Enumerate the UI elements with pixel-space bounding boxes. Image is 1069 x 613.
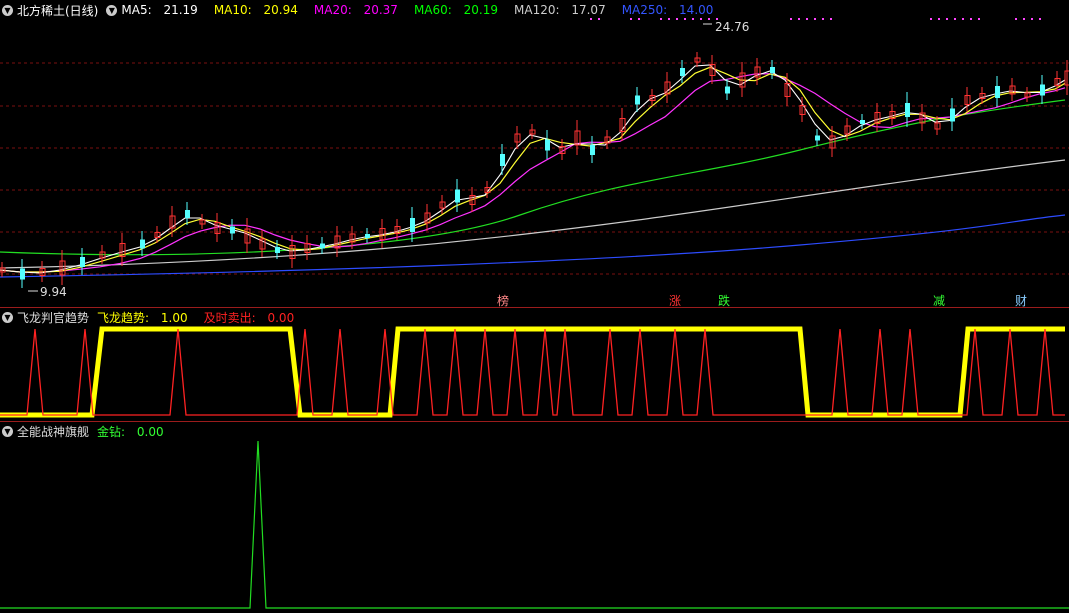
diamond-signal-line [0,440,1069,609]
signal-dot [692,18,694,20]
signal-dot [1039,18,1041,20]
trend-panel[interactable]: ▼ 飞龙判官趋势 飞龙趋势: 1.00 及时卖出: 0.00 [0,307,1069,421]
low-price-label: 9.94 [40,285,67,299]
signal-dot [676,18,678,20]
diamond-label: 金钻: 0.00 [97,424,164,439]
signal-dot [830,18,832,20]
sell-signal-line [0,328,1065,416]
ma120-label: MA120: 17.07 [514,3,606,17]
signal-dot [790,18,792,20]
signal-dot [946,18,948,20]
signal-dot [684,18,686,20]
signal-dot [962,18,964,20]
signal-dot [1031,18,1033,20]
high-price-label: 24.76 [715,20,750,34]
signal-dot [954,18,956,20]
flagship-chart[interactable] [0,421,1069,613]
indicator-title: 全能战神旗舰 [17,424,90,439]
signal-dot [930,18,932,20]
candle-body [185,210,190,218]
collapse-icon[interactable]: ▼ [2,425,13,437]
signal-dot [638,18,640,20]
candle-body [950,108,955,122]
candle-body [365,234,370,238]
signal-dot [598,18,600,20]
signal-dot [590,18,592,20]
signal-dot [660,18,662,20]
candle-body [230,226,235,234]
signal-dot [1015,18,1017,20]
price-chart[interactable] [0,0,1069,307]
candle-body [80,257,85,267]
candle-body [635,95,640,105]
trend-legend: ▼ 飞龙判官趋势 飞龙趋势: 1.00 及时卖出: 0.00 [2,309,310,325]
signal-dot [708,18,710,20]
ma10-line [0,66,1066,273]
signal-dot [822,18,824,20]
candle-body [410,218,415,232]
candle-body [725,86,730,94]
ma250-label: MA250: 14.00 [621,3,714,17]
candle-body [140,239,145,249]
ma20-label: MA20: 20.37 [313,3,398,17]
price-panel[interactable]: ▼ 北方稀土(日线) ▼ MA5: 21.19 MA10: 20.94 MA20… [0,0,1069,308]
ma250-line [0,214,1066,278]
ma120-line [0,159,1066,269]
signal-dot [814,18,816,20]
flagship-legend: ▼ 全能战神旗舰 金钻: 0.00 [2,423,180,439]
candle-body [815,135,820,141]
signal-dot [938,18,940,20]
candle-body [860,120,865,124]
signal-dot [978,18,980,20]
trend-line [0,326,1065,418]
ma10-label: MA10: 20.94 [213,3,298,17]
candle-body [275,247,280,253]
candle-body [680,68,685,76]
candle-body [500,154,505,166]
candle-body [455,189,460,203]
stock-title: 北方稀土(日线) [17,3,99,18]
flagship-panel[interactable]: ▼ 全能战神旗舰 金钻: 0.00 [0,421,1069,613]
signal-dot [668,18,670,20]
price-legend: ▼ 北方稀土(日线) ▼ MA5: 21.19 MA10: 20.94 MA20… [2,2,729,18]
indicator-title: 飞龙判官趋势 [17,310,90,325]
ma5-label: MA5: 21.19 [121,3,198,17]
candle-body [590,145,595,155]
candle-body [905,103,910,117]
signal-dot [798,18,800,20]
signal-dot [806,18,808,20]
candle-body [320,243,325,249]
collapse-icon[interactable]: ▼ [2,4,13,16]
candle-body [995,86,1000,98]
candle-body [20,268,25,280]
ma5-line [0,64,1066,274]
candle-body [545,139,550,151]
ma60-label: MA60: 20.19 [413,3,498,17]
settings-icon[interactable]: ▼ [106,4,118,16]
signal-dot [630,18,632,20]
feilong-trend-label: 飞龙趋势: 1.00 [97,310,188,325]
sell-signal-label: 及时卖出: 0.00 [203,310,295,325]
signal-dot [970,18,972,20]
candle-body [770,67,775,73]
signal-dot [1023,18,1025,20]
collapse-icon[interactable]: ▼ [2,311,13,323]
signal-dot [700,18,702,20]
candle-body [1040,84,1045,96]
